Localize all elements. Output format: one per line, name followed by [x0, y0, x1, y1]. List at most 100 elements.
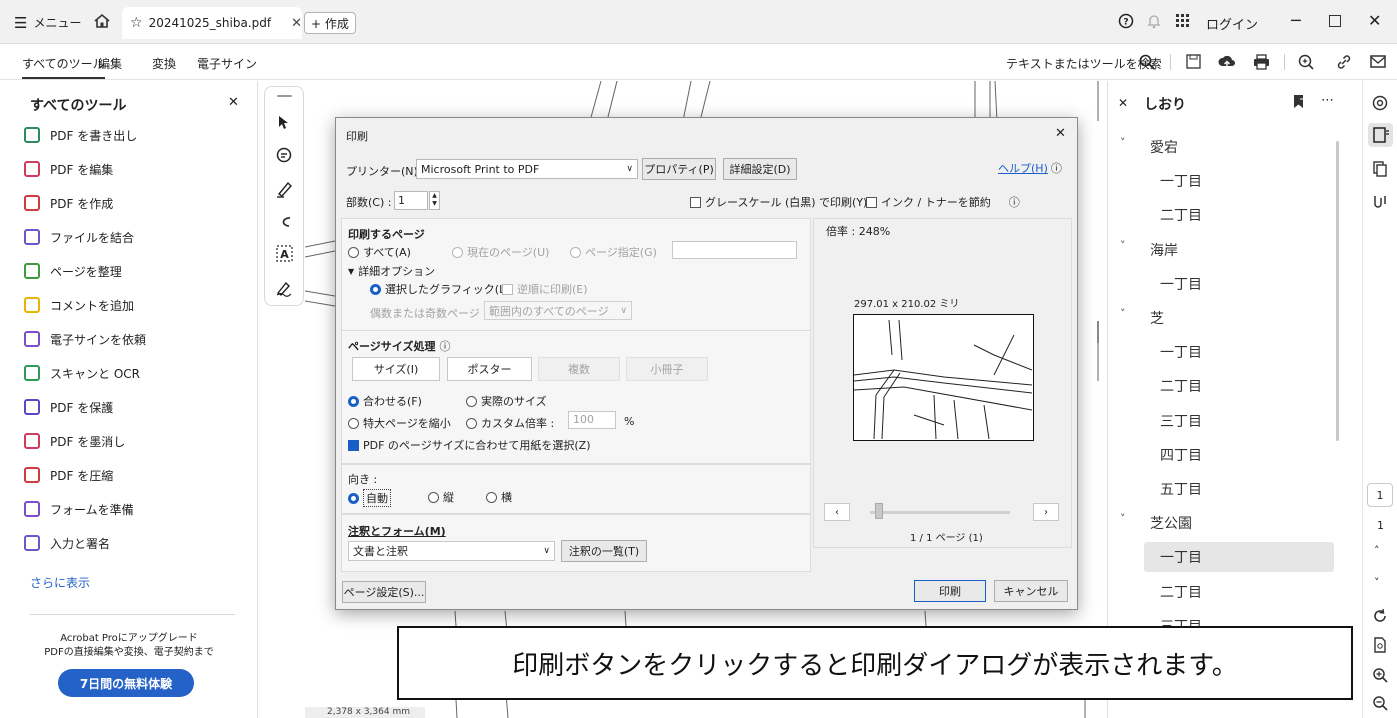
chevron-down-icon[interactable]: ˅	[1120, 239, 1126, 252]
menu-all-tools[interactable]: すべてのツール	[22, 55, 105, 79]
page-slider-track[interactable]	[870, 511, 1010, 514]
home-icon[interactable]	[93, 13, 111, 29]
free-trial-button[interactable]: 7日間の無料体験	[58, 669, 194, 697]
grayscale-checkbox[interactable]	[690, 196, 701, 208]
create-button[interactable]: + 作成	[304, 12, 356, 34]
booklet-button[interactable]: 小冊子	[626, 357, 708, 381]
help-link[interactable]: ヘルプ(H)	[998, 160, 1048, 176]
tool-create-pdf[interactable]: PDF を作成	[24, 192, 113, 214]
scrollbar[interactable]	[1336, 141, 1339, 441]
radio-current[interactable]	[452, 246, 463, 258]
minimize-icon[interactable]: ─	[1291, 11, 1301, 30]
help-icon[interactable]: ?	[1118, 13, 1134, 29]
tool-add-comment[interactable]: コメントを追加	[24, 294, 134, 316]
help-link-group[interactable]: ヘルプ(H) ⓘ	[998, 160, 1062, 176]
comment-tool-icon[interactable]	[276, 147, 294, 165]
cloud-upload-icon[interactable]	[1218, 54, 1236, 70]
next-page-button[interactable]: ›	[1033, 503, 1059, 521]
bookmark-item[interactable]: 二丁目	[1160, 582, 1202, 602]
tool-compress-pdf[interactable]: PDF を圧縮	[24, 464, 113, 486]
search-icon[interactable]	[1139, 54, 1155, 70]
bookmark-group[interactable]: 愛宕	[1150, 137, 1178, 157]
bookmark-item[interactable]: 二丁目	[1160, 376, 1202, 396]
highlight-pen-icon[interactable]	[276, 180, 294, 198]
bookmark-item[interactable]: 四丁目	[1160, 445, 1202, 465]
radio-orient-landscape[interactable]	[486, 491, 497, 503]
odd-even-select[interactable]: 範囲内のすべてのページ ∨	[484, 301, 632, 320]
bookmark-group[interactable]: 芝	[1150, 308, 1164, 328]
tool-prepare-form[interactable]: フォームを準備	[24, 498, 134, 520]
bookmarks-tab-icon[interactable]	[1368, 123, 1393, 147]
copies-stepper[interactable]: ▲ ▼	[429, 191, 440, 210]
triangle-down-icon[interactable]: ▼	[348, 267, 354, 276]
chevron-down-icon[interactable]: ˅	[1120, 136, 1126, 149]
tool-edit-pdf[interactable]: PDF を編集	[24, 158, 113, 180]
custom-scale-input[interactable]: 100	[568, 411, 616, 429]
tool-redact-pdf[interactable]: PDF を墨消し	[24, 430, 125, 452]
select-tool-icon[interactable]	[277, 115, 291, 131]
radio-all[interactable]	[348, 246, 359, 258]
star-icon[interactable]: ☆	[130, 15, 143, 31]
menu-edit[interactable]: 編集	[98, 55, 122, 72]
apps-grid-icon[interactable]	[1175, 13, 1191, 29]
bell-icon[interactable]	[1146, 13, 1162, 29]
show-more-link[interactable]: さらに表示	[30, 574, 90, 591]
more-options-label[interactable]: 詳細オプション	[358, 263, 435, 279]
close-bookmarks-icon[interactable]: ✕	[1118, 96, 1128, 110]
bookmark-item[interactable]: 三丁目	[1160, 411, 1202, 431]
chevron-down-icon[interactable]: ˅	[1120, 512, 1126, 525]
save-page-icon[interactable]	[1372, 637, 1390, 655]
menu-esign[interactable]: 電子サイン	[197, 55, 257, 72]
ai-assistant-icon[interactable]	[1372, 95, 1390, 113]
radio-shrink[interactable]	[348, 417, 359, 429]
dialog-close-icon[interactable]: ✕	[1055, 126, 1066, 141]
login-link[interactable]: ログイン	[1206, 14, 1258, 33]
copies-input[interactable]: 1	[394, 191, 428, 210]
close-window-icon[interactable]: ✕	[1368, 11, 1381, 30]
bookmark-group[interactable]: 芝公園	[1150, 513, 1192, 533]
bookmark-item[interactable]: 一丁目	[1144, 542, 1334, 573]
tool-scan-ocr[interactable]: スキャンと OCR	[24, 362, 140, 384]
draw-freehand-icon[interactable]	[276, 213, 294, 231]
radio-custom[interactable]	[466, 417, 477, 429]
menu-button[interactable]: ☰ メニュー	[14, 14, 81, 31]
pages-thumbnails-icon[interactable]	[1372, 161, 1390, 179]
radio-orient-auto[interactable]	[348, 492, 359, 504]
radio-actual[interactable]	[466, 395, 477, 407]
maximize-icon[interactable]	[1329, 15, 1341, 27]
ai-search-icon[interactable]	[1298, 54, 1314, 70]
comments-select[interactable]: 文書と注釈 ∨	[348, 541, 555, 561]
bookmark-add-icon[interactable]	[1292, 94, 1306, 110]
close-tab-icon[interactable]: ✕	[291, 16, 302, 31]
tool-protect-pdf[interactable]: PDF を保護	[24, 396, 113, 418]
print-button[interactable]: 印刷	[914, 580, 986, 602]
save-ink-checkbox[interactable]	[866, 196, 877, 208]
bookmark-item[interactable]: 二丁目	[1160, 205, 1202, 225]
bookmark-item[interactable]: 一丁目	[1160, 274, 1202, 294]
tool-combine-files[interactable]: ファイルを結合	[24, 226, 134, 248]
close-panel-icon[interactable]: ✕	[228, 95, 239, 110]
chevron-up-icon[interactable]: ˄	[1374, 544, 1380, 557]
tool-fill-sign[interactable]: 入力と署名	[24, 532, 110, 554]
text-box-icon[interactable]: A	[276, 245, 294, 263]
advanced-button[interactable]: 詳細設定(D)	[723, 158, 797, 180]
more-options-icon[interactable]: ⋯	[1321, 93, 1334, 108]
sign-tool-icon[interactable]	[276, 279, 294, 297]
tool-export-pdf[interactable]: PDF を書き出し	[24, 124, 137, 146]
radio-fit[interactable]	[348, 395, 359, 407]
bookmark-group[interactable]: 海岸	[1150, 240, 1178, 260]
radio-orient-portrait[interactable]	[428, 491, 439, 503]
poster-button[interactable]: ポスター	[447, 357, 532, 381]
bookmark-item[interactable]: 一丁目	[1160, 171, 1202, 191]
radio-pages[interactable]	[570, 246, 581, 258]
page-range-input[interactable]	[672, 241, 797, 259]
reverse-order-checkbox[interactable]	[502, 283, 513, 295]
document-tab[interactable]: ☆ 20241025_shiba.pdf ✕	[122, 7, 302, 39]
refresh-icon[interactable]	[1372, 608, 1390, 626]
drag-handle[interactable]	[277, 95, 292, 97]
properties-button[interactable]: プロパティ(P)	[642, 158, 716, 180]
zoom-in-icon[interactable]	[1372, 667, 1390, 685]
print-icon[interactable]	[1253, 54, 1270, 70]
page-slider-thumb[interactable]	[875, 503, 883, 519]
size-button[interactable]: サイズ(I)	[352, 357, 440, 381]
